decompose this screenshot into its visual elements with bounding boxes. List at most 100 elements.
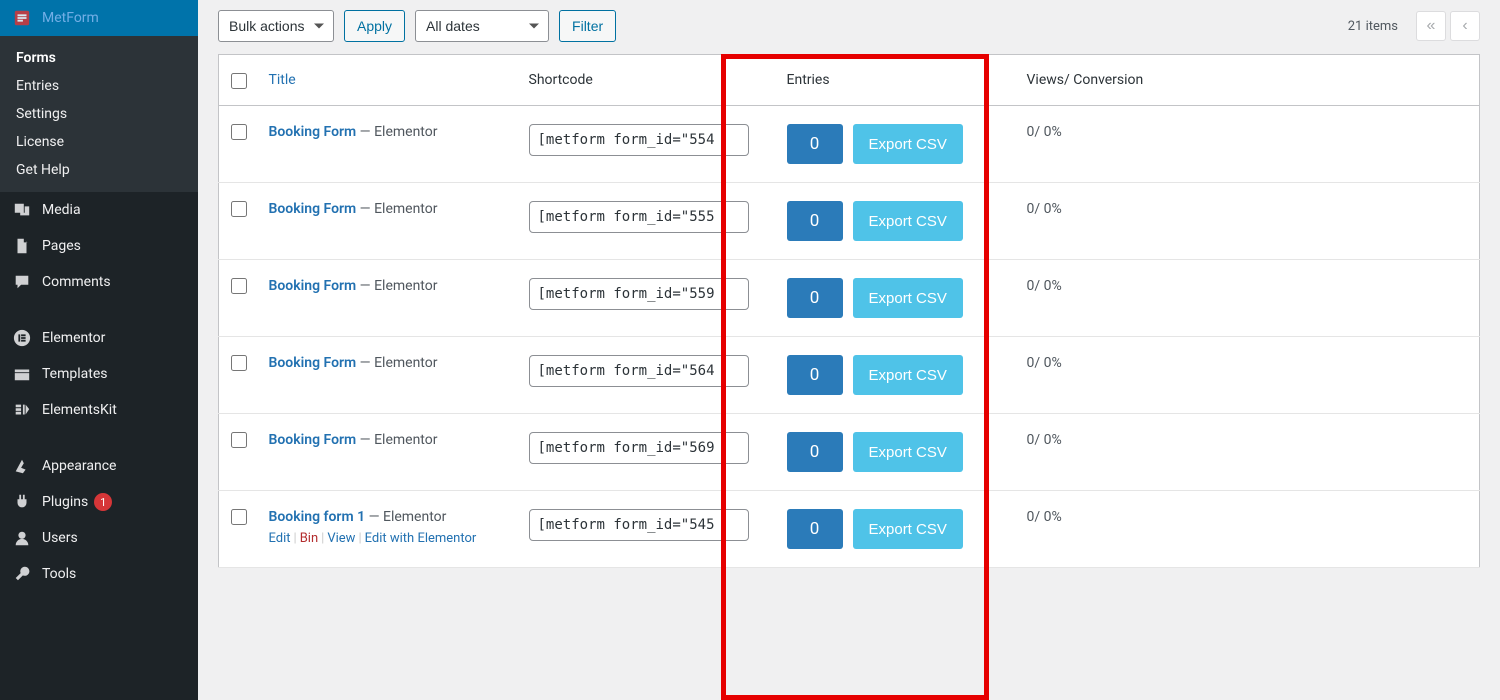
- form-state: — Elementor: [356, 201, 437, 217]
- row-checkbox[interactable]: [231, 201, 247, 217]
- select-all-checkbox[interactable]: [231, 73, 247, 89]
- export-csv-button[interactable]: Export CSV: [853, 432, 963, 472]
- items-count: 21 items: [1348, 19, 1398, 34]
- export-csv-button[interactable]: Export CSV: [853, 201, 963, 241]
- sidebar-item-metform[interactable]: MetForm: [0, 0, 198, 36]
- sidebar-item-pages[interactable]: Pages: [0, 228, 198, 264]
- col-shortcode: Shortcode: [519, 55, 777, 106]
- sidebar-item-elementskit[interactable]: ElementsKit: [0, 392, 198, 428]
- action-bin[interactable]: Bin: [300, 531, 318, 546]
- sidebar-submenu: Forms Entries Settings License Get Help: [0, 36, 198, 192]
- list-toolbar: Bulk actions Apply All dates Filter 21 i…: [198, 0, 1500, 54]
- row-checkbox[interactable]: [231, 509, 247, 525]
- table-row: Booking Form — Elementor 0Export CSV 0/ 0%: [219, 106, 1480, 183]
- sidebar-item-label: Users: [42, 530, 78, 546]
- sidebar-item-comments[interactable]: Comments: [0, 264, 198, 300]
- sidebar-item-label: Pages: [42, 238, 81, 254]
- entries-count[interactable]: 0: [787, 201, 843, 241]
- shortcode-field[interactable]: [529, 432, 749, 464]
- row-checkbox[interactable]: [231, 355, 247, 371]
- action-edit-elementor[interactable]: Edit with Elementor: [365, 531, 477, 546]
- action-view[interactable]: View: [327, 531, 355, 546]
- form-state: — Elementor: [356, 278, 437, 294]
- export-csv-button[interactable]: Export CSV: [853, 355, 963, 395]
- row-checkbox[interactable]: [231, 124, 247, 140]
- form-state: — Elementor: [356, 432, 437, 448]
- form-title-link[interactable]: Booking Form: [269, 278, 357, 294]
- views-value: 0/ 0%: [1017, 260, 1480, 337]
- entries-count[interactable]: 0: [787, 124, 843, 164]
- export-csv-button[interactable]: Export CSV: [853, 124, 963, 164]
- shortcode-field[interactable]: [529, 201, 749, 233]
- pages-icon: [12, 236, 32, 256]
- sidebar-item-media[interactable]: Media: [0, 192, 198, 228]
- col-title[interactable]: Title: [259, 55, 519, 106]
- table-row: Booking Form — Elementor0Export CSV0/ 0%: [219, 337, 1480, 414]
- row-actions: Edit|Bin|View|Edit with Elementor: [269, 531, 509, 546]
- templates-icon: [12, 364, 32, 384]
- sidebar-item-users[interactable]: Users: [0, 520, 198, 556]
- update-badge: 1: [94, 493, 112, 511]
- form-state: — Elementor: [365, 509, 446, 525]
- views-value: 0/ 0%: [1017, 414, 1480, 491]
- form-title-link[interactable]: Booking Form: [269, 124, 357, 140]
- sidebar-item-templates[interactable]: Templates: [0, 356, 198, 392]
- entries-count[interactable]: 0: [787, 355, 843, 395]
- export-csv-button[interactable]: Export CSV: [853, 509, 963, 549]
- shortcode-field[interactable]: [529, 509, 749, 541]
- bulk-actions-select[interactable]: Bulk actions: [218, 10, 334, 42]
- apply-button[interactable]: Apply: [344, 10, 405, 42]
- tools-icon: [12, 564, 32, 584]
- table-row: Booking Form — Elementor 0Export CSV 0/ 0%: [219, 260, 1480, 337]
- forms-table: Title Shortcode Entries Views/ Conversio…: [218, 54, 1480, 568]
- submenu-license[interactable]: License: [0, 128, 198, 156]
- sidebar-item-elementor[interactable]: Elementor: [0, 320, 198, 356]
- entries-count[interactable]: 0: [787, 278, 843, 318]
- form-title-link[interactable]: Booking Form: [269, 432, 357, 448]
- sidebar-item-label: ElementsKit: [42, 402, 117, 418]
- submenu-get-help[interactable]: Get Help: [0, 156, 198, 184]
- date-filter-select[interactable]: All dates: [415, 10, 549, 42]
- users-icon: [12, 528, 32, 548]
- appearance-icon: [12, 456, 32, 476]
- admin-sidebar: MetForm Forms Entries Settings License G…: [0, 0, 198, 700]
- submenu-entries[interactable]: Entries: [0, 72, 198, 100]
- col-checkbox: [219, 55, 259, 106]
- sidebar-item-plugins[interactable]: Plugins 1: [0, 484, 198, 520]
- sidebar-item-label: Tools: [42, 566, 76, 582]
- page-prev-button[interactable]: ‹: [1450, 11, 1480, 41]
- filter-button[interactable]: Filter: [559, 10, 616, 42]
- table-row: Booking Form — Elementor0Export CSV0/ 0%: [219, 183, 1480, 260]
- entries-count[interactable]: 0: [787, 509, 843, 549]
- submenu-forms[interactable]: Forms: [0, 44, 198, 72]
- form-title-link[interactable]: Booking Form: [269, 201, 357, 217]
- pagination: « ‹: [1416, 11, 1480, 41]
- shortcode-field[interactable]: [529, 124, 749, 156]
- row-checkbox[interactable]: [231, 278, 247, 294]
- row-checkbox[interactable]: [231, 432, 247, 448]
- sidebar-item-label: Comments: [42, 274, 111, 290]
- views-value: 0/ 0%: [1017, 337, 1480, 414]
- table-row: Booking Form — Elementor 0Export CSV 0/ 0%: [219, 414, 1480, 491]
- form-title-link[interactable]: Booking form 1: [269, 509, 366, 525]
- shortcode-field[interactable]: [529, 355, 749, 387]
- elementor-icon: [12, 328, 32, 348]
- table-row: Booking form 1 — Elementor Edit|Bin|View|…: [219, 491, 1480, 568]
- sidebar-label-metform: MetForm: [42, 10, 99, 26]
- page-first-button[interactable]: «: [1416, 11, 1446, 41]
- export-csv-button[interactable]: Export CSV: [853, 278, 963, 318]
- entries-count[interactable]: 0: [787, 432, 843, 472]
- sidebar-item-label: Media: [42, 202, 81, 218]
- sidebar-item-appearance[interactable]: Appearance: [0, 448, 198, 484]
- shortcode-field[interactable]: [529, 278, 749, 310]
- sidebar-item-label: Templates: [42, 366, 108, 382]
- views-value: 0/ 0%: [1017, 491, 1480, 568]
- main-content: Bulk actions Apply All dates Filter 21 i…: [198, 0, 1500, 700]
- views-value: 0/ 0%: [1017, 106, 1480, 183]
- submenu-settings[interactable]: Settings: [0, 100, 198, 128]
- form-title-link[interactable]: Booking Form: [269, 355, 357, 371]
- sidebar-item-label: Plugins: [42, 494, 88, 510]
- action-edit[interactable]: Edit: [269, 531, 291, 546]
- form-state: — Elementor: [356, 124, 437, 140]
- sidebar-item-tools[interactable]: Tools: [0, 556, 198, 592]
